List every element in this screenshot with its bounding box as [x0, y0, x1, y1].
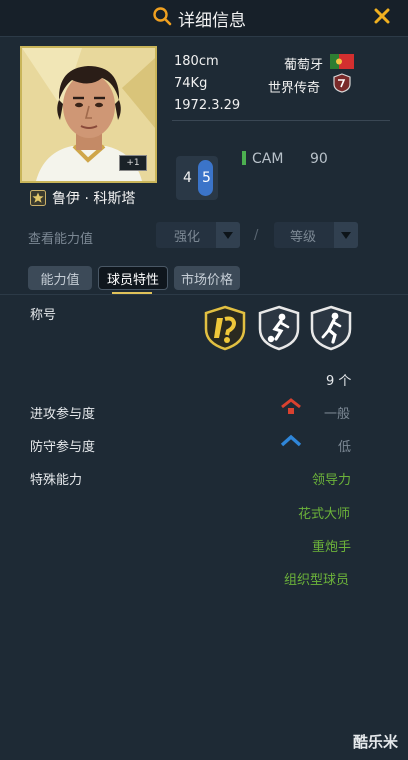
player-nationality: 葡萄牙 — [284, 58, 324, 73]
watermark: 酷乐米 — [352, 733, 398, 751]
enhance-select-value: 强化 — [174, 229, 201, 245]
tabs-divider — [0, 294, 408, 295]
defense-label: 防守参与度 — [30, 440, 96, 455]
trait-count: 9 个 — [326, 374, 352, 389]
attack-label: 进攻参与度 — [30, 407, 96, 422]
tab-market-price[interactable]: 市场价格 — [174, 266, 240, 290]
special-ability-label: 特殊能力 — [30, 473, 83, 488]
player-name-row: 鲁伊 · 科斯塔 — [30, 188, 135, 208]
runner-shield-icon[interactable] — [309, 305, 353, 351]
player-name: 鲁伊 · 科斯塔 — [52, 191, 136, 207]
position-marker — [242, 151, 246, 165]
player-height: 180cm — [174, 54, 219, 69]
enhance-select[interactable]: 强化 — [156, 222, 240, 248]
attack-level-icon — [279, 398, 303, 420]
level-select[interactable]: 等级 — [274, 222, 358, 248]
kit-number: 4 — [183, 170, 192, 186]
chevron-down-icon — [216, 222, 240, 248]
level-select-value: 等级 — [290, 229, 317, 245]
attack-value: 一般 — [324, 407, 351, 422]
header-title-group: 详细信息 — [152, 6, 246, 31]
close-icon[interactable] — [373, 7, 391, 29]
defense-value: 低 — [338, 440, 352, 455]
player-season: 世界传奇 — [268, 81, 321, 96]
portrait-badge: +1 — [119, 155, 147, 171]
dribbler-shield-icon[interactable] — [257, 305, 301, 351]
kit-number-box: 4 5 — [176, 156, 218, 200]
tab-traits[interactable]: 球员特性 — [98, 266, 168, 290]
header-bar: 详细信息 — [0, 0, 408, 37]
portugal-flag-icon — [330, 54, 354, 73]
select-separator: / — [254, 228, 259, 243]
defense-level-icon — [279, 432, 303, 452]
player-rating: 90 — [310, 151, 328, 167]
tab-ability[interactable]: 能力值 — [28, 266, 92, 290]
star-icon — [30, 190, 46, 206]
close-button[interactable] — [370, 6, 394, 30]
player-position: CAM — [252, 151, 284, 167]
season-badge-icon — [332, 73, 352, 97]
player-portrait: +1 — [20, 46, 157, 183]
info-divider — [172, 120, 390, 121]
special-ability-item: 领导力 — [312, 473, 352, 488]
foot-number: 5 — [202, 170, 211, 186]
player-birthdate: 1972.3.29 — [174, 98, 241, 113]
page-title: 详细信息 — [178, 10, 246, 31]
search-icon[interactable] — [152, 6, 172, 30]
chevron-down-icon — [334, 222, 358, 248]
legend-title-shield-icon[interactable] — [203, 305, 247, 351]
special-ability-item: 组织型球员 — [284, 573, 350, 588]
view-ability-label: 查看能力值 — [28, 232, 94, 247]
player-weight: 74Kg — [174, 76, 208, 91]
title-label: 称号 — [30, 308, 57, 323]
special-ability-item: 花式大师 — [298, 507, 351, 522]
special-ability-item: 重炮手 — [312, 540, 352, 555]
